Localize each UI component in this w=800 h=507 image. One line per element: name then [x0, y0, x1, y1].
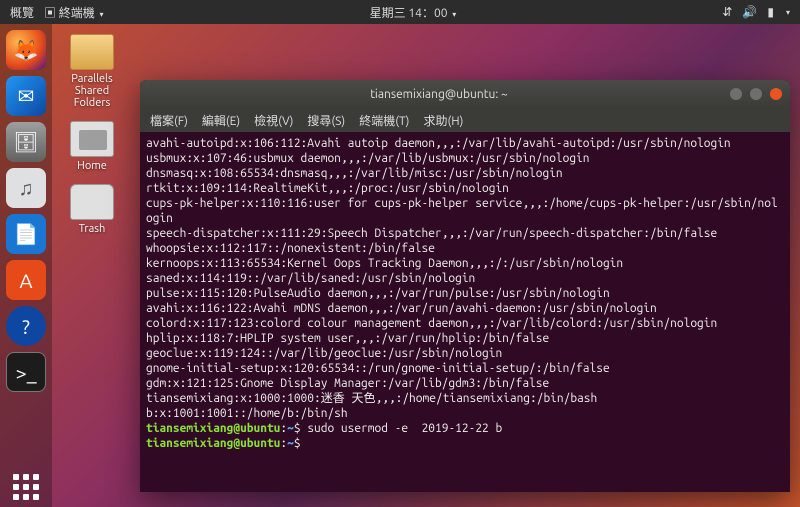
icon-label: Home — [62, 160, 122, 172]
clock[interactable]: 星期三 14：00 — [370, 7, 448, 20]
close-button[interactable] — [770, 88, 782, 100]
menu-help[interactable]: 求助(H) — [423, 112, 463, 129]
launcher-dock: 🦊 ✉ 🗄 ♫ 📄 A ? >_ — [0, 24, 52, 507]
desktop-icons: Parallels Shared Folders Home Trash — [62, 34, 122, 235]
home-icon[interactable]: Home — [62, 121, 122, 172]
terminal-body[interactable]: avahi-autoipd:x:106:112:Avahi autoip dae… — [140, 132, 790, 492]
trash-bin-icon — [70, 184, 114, 220]
app-menu-button[interactable]: ▣ 終端機 ▾ — [44, 4, 104, 21]
icon-label: Trash — [62, 223, 122, 235]
terminal-icon: ▣ — [44, 7, 56, 20]
rhythmbox-icon[interactable]: ♫ — [6, 168, 46, 208]
parallels-shared-folders-icon[interactable]: Parallels Shared Folders — [62, 34, 122, 109]
battery-icon[interactable]: ▮ — [767, 5, 774, 19]
thunderbird-icon[interactable]: ✉ — [6, 76, 46, 116]
menu-edit[interactable]: 編輯(E) — [202, 112, 240, 129]
trash-icon[interactable]: Trash — [62, 184, 122, 235]
menu-file[interactable]: 檔案(F) — [150, 112, 188, 129]
terminal-menubar: 檔案(F) 編輯(E) 檢視(V) 搜尋(S) 終端機(T) 求助(H) — [140, 108, 790, 132]
window-title: tiansemixiang@ubuntu: ~ — [148, 88, 730, 101]
menu-terminal[interactable]: 終端機(T) — [359, 112, 409, 129]
drive-icon — [70, 121, 114, 157]
window-titlebar[interactable]: tiansemixiang@ubuntu: ~ — [140, 80, 790, 108]
chevron-down-icon: ▾ — [786, 8, 790, 17]
folder-icon — [70, 34, 114, 70]
chevron-down-icon: ▾ — [452, 10, 456, 19]
maximize-button[interactable] — [750, 88, 762, 100]
ubuntu-software-icon[interactable]: A — [6, 260, 46, 300]
minimize-button[interactable] — [730, 88, 742, 100]
icon-label: Parallels Shared Folders — [62, 73, 122, 109]
libreoffice-writer-icon[interactable]: 📄 — [6, 214, 46, 254]
files-icon[interactable]: 🗄 — [6, 122, 46, 162]
menu-view[interactable]: 檢視(V) — [254, 112, 293, 129]
terminal-window: tiansemixiang@ubuntu: ~ 檔案(F) 編輯(E) 檢視(V… — [140, 80, 790, 492]
network-icon[interactable]: ⇵ — [722, 5, 732, 19]
activities-button[interactable]: 概覽 — [10, 4, 34, 21]
volume-icon[interactable]: 🔊 — [742, 5, 757, 19]
app-menu-label: 終端機 — [59, 7, 95, 20]
firefox-icon[interactable]: 🦊 — [6, 30, 46, 70]
show-applications-button[interactable] — [6, 467, 46, 507]
top-panel: 概覽 ▣ 終端機 ▾ 星期三 14：00 ▾ ⇵ 🔊 ▮ ▾ — [0, 0, 800, 24]
terminal-app-icon[interactable]: >_ — [6, 352, 46, 392]
menu-search[interactable]: 搜尋(S) — [307, 112, 345, 129]
help-icon[interactable]: ? — [6, 306, 46, 346]
